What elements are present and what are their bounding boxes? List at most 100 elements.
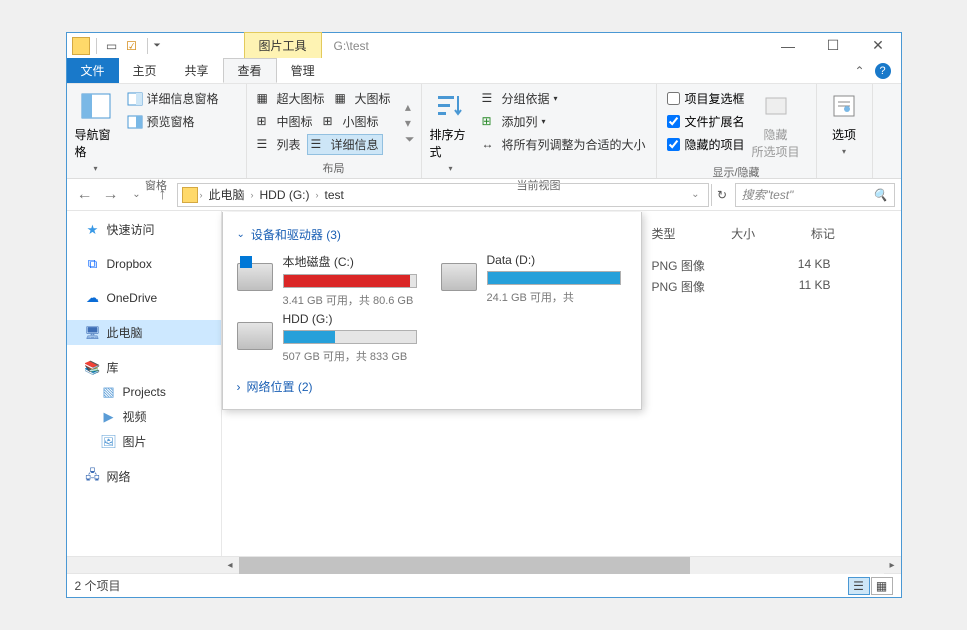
drive-capacity-bar <box>487 271 621 285</box>
address-bar[interactable]: › 此电脑 › HDD (G:) › test ⌄ <box>177 183 709 207</box>
network-section-header[interactable]: › 网络位置 (2) <box>237 364 627 399</box>
view-large[interactable]: ▦大图标 <box>331 88 395 109</box>
column-type[interactable]: 类型 <box>652 225 732 242</box>
scroll-thumb[interactable] <box>239 557 691 574</box>
close-button[interactable]: ✕ <box>856 33 901 58</box>
contextual-tab-picture-tools[interactable]: 图片工具 <box>244 32 322 59</box>
refresh-button[interactable]: ↻ <box>711 184 733 206</box>
fit-columns-button[interactable]: ↔将所有列调整为合适的大小 <box>477 134 649 155</box>
tab-share[interactable]: 共享 <box>171 58 223 83</box>
view-details-statusbtn[interactable]: ☰ <box>848 577 870 595</box>
layout-more[interactable]: ⏷ <box>405 132 415 147</box>
sidebar-item-projects[interactable]: ▧Projects <box>67 380 221 404</box>
layout-scroll-down[interactable]: ▾ <box>405 116 415 130</box>
sidebar-item-dropbox[interactable]: ⧉Dropbox <box>67 252 221 276</box>
group-layout-label: 布局 <box>253 158 415 176</box>
drive-tooltip-popup: ⌄ 设备和驱动器 (3) 本地磁盘 (C:) 3.41 GB 可用，共 80.6… <box>222 212 642 410</box>
search-icon: 🔍 <box>873 188 888 202</box>
search-input[interactable]: 搜索"test" 🔍 <box>735 183 895 207</box>
breadcrumb-drive[interactable]: HDD (G:) <box>256 188 314 202</box>
group-showhide-label: 显示/隐藏 <box>663 162 810 180</box>
tab-view[interactable]: 查看 <box>223 58 277 83</box>
file-row[interactable]: PNG 图像11 KB <box>652 276 891 297</box>
add-columns-button[interactable]: ⊞添加列 ▾ <box>477 111 649 132</box>
drive-item[interactable]: 本地磁盘 (C:) 3.41 GB 可用，共 80.6 GB <box>237 253 417 308</box>
details-pane-button[interactable]: 详细信息窗格 <box>123 88 223 109</box>
scroll-left-button[interactable]: ◂ <box>222 557 239 574</box>
statusbar: 2 个项目 ☰ ▦ <box>67 573 901 597</box>
file-view: 类型 大小 标记 PNG 图像14 KBPNG 图像11 KB ⌄ 设备和驱动器… <box>222 211 901 556</box>
nav-pane-button[interactable]: 导航窗格 ▾ <box>73 88 119 175</box>
drive-icon <box>237 322 273 350</box>
recent-dropdown[interactable]: ⌄ <box>125 183 149 207</box>
options-button[interactable]: 选项▾ <box>823 88 866 162</box>
chevron-right-icon: › <box>237 380 241 394</box>
sidebar-item-onedrive[interactable]: ☁OneDrive <box>67 286 221 310</box>
drive-icon <box>237 263 273 291</box>
forward-button[interactable]: → <box>99 183 123 207</box>
qat-properties[interactable]: ▭ <box>103 37 121 55</box>
window-title: G:\test <box>334 39 369 53</box>
drive-name: HDD (G:) <box>283 312 417 330</box>
sidebar-item-library[interactable]: 📚库 <box>67 355 221 380</box>
drive-item[interactable]: HDD (G:) 507 GB 可用，共 833 GB <box>237 312 417 364</box>
drive-icon <box>441 263 477 291</box>
minimize-button[interactable]: — <box>766 33 811 58</box>
devices-section-header[interactable]: ⌄ 设备和驱动器 (3) <box>237 222 627 253</box>
extensions-toggle[interactable]: 文件扩展名 <box>663 111 749 132</box>
qat-select[interactable]: ☑ <box>123 37 141 55</box>
sidebar-item-videos[interactable]: ▶视频 <box>67 404 221 429</box>
drive-name: Data (D:) <box>487 253 621 271</box>
drive-stat: 24.1 GB 可用，共 <box>487 285 621 305</box>
folder-icon <box>182 187 198 203</box>
view-details[interactable]: ☰详细信息 <box>307 134 383 155</box>
explorer-window: ▭ ☑ ⏷ 图片工具 G:\test — ☐ ✕ 文件 主页 共享 查看 管理 … <box>66 32 902 598</box>
help-icon[interactable]: ? <box>875 63 891 79</box>
view-small[interactable]: ⊞小图标 <box>319 111 383 132</box>
drive-stat: 507 GB 可用，共 833 GB <box>283 344 417 364</box>
sidebar-item-pictures[interactable]: 🖼图片 <box>67 429 221 454</box>
item-checkboxes-toggle[interactable]: 项目复选框 <box>663 88 749 109</box>
address-dropdown[interactable]: ⌄ <box>691 189 699 200</box>
titlebar: ▭ ☑ ⏷ 图片工具 G:\test — ☐ ✕ <box>67 33 901 58</box>
sort-by-button[interactable]: 排序方式▾ <box>428 88 474 175</box>
column-size[interactable]: 大小 <box>731 225 811 242</box>
ribbon-collapse-icon[interactable]: ⌃ <box>854 64 864 78</box>
folder-icon <box>72 37 90 55</box>
tab-manage[interactable]: 管理 <box>277 58 329 83</box>
sidebar-item-network[interactable]: 🖧网络 <box>67 464 221 489</box>
drive-item[interactable]: Data (D:) 24.1 GB 可用，共 <box>441 253 621 308</box>
column-tags[interactable]: 标记 <box>811 225 891 242</box>
back-button[interactable]: ← <box>73 183 97 207</box>
maximize-button[interactable]: ☐ <box>811 33 856 58</box>
status-item-count: 2 个项目 <box>75 577 121 594</box>
hide-selected-button[interactable]: 隐藏 所选项目 <box>753 88 799 162</box>
hidden-items-toggle[interactable]: 隐藏的项目 <box>663 134 749 155</box>
view-extra-large[interactable]: ▦超大图标 <box>253 88 329 109</box>
file-row[interactable]: PNG 图像14 KB <box>652 255 891 276</box>
ribbon: 导航窗格 ▾ 详细信息窗格 预览窗格 窗格 ▦超大图标 ▦大图标 ⊞ <box>67 84 901 179</box>
view-list[interactable]: ☰列表 <box>253 134 305 155</box>
scroll-right-button[interactable]: ▸ <box>884 557 901 574</box>
group-by-button[interactable]: ☰分组依据 ▾ <box>477 88 649 109</box>
navbar: ← → ⌄ ↑ › 此电脑 › HDD (G:) › test ⌄ ↻ 搜索"t… <box>67 179 901 211</box>
ribbon-tabs: 文件 主页 共享 查看 管理 ⌃ ? <box>67 58 901 84</box>
layout-scroll-up[interactable]: ▴ <box>405 100 415 114</box>
horizontal-scrollbar[interactable]: ◂ ▸ <box>67 556 901 573</box>
preview-pane-button[interactable]: 预览窗格 <box>123 111 223 132</box>
sidebar-item-thispc[interactable]: 🖥此电脑 <box>67 320 221 345</box>
tab-file[interactable]: 文件 <box>67 58 119 83</box>
up-button[interactable]: ↑ <box>151 183 175 207</box>
view-medium[interactable]: ⊞中图标 <box>253 111 317 132</box>
tab-home[interactable]: 主页 <box>119 58 171 83</box>
qat-dropdown[interactable]: ⏷ <box>154 40 164 51</box>
view-thumbnails-statusbtn[interactable]: ▦ <box>871 577 893 595</box>
breadcrumb-thispc[interactable]: 此电脑 <box>205 186 249 203</box>
breadcrumb-folder[interactable]: test <box>321 188 348 202</box>
sidebar-item-quickaccess[interactable]: ★快速访问 <box>67 217 221 242</box>
drive-capacity-bar <box>283 330 417 344</box>
drive-capacity-bar <box>283 274 417 288</box>
drive-stat: 3.41 GB 可用，共 80.6 GB <box>283 288 417 308</box>
chevron-down-icon: ⌄ <box>237 229 245 240</box>
sidebar: ★快速访问 ⧉Dropbox ☁OneDrive 🖥此电脑 📚库 ▧Projec… <box>67 211 222 556</box>
